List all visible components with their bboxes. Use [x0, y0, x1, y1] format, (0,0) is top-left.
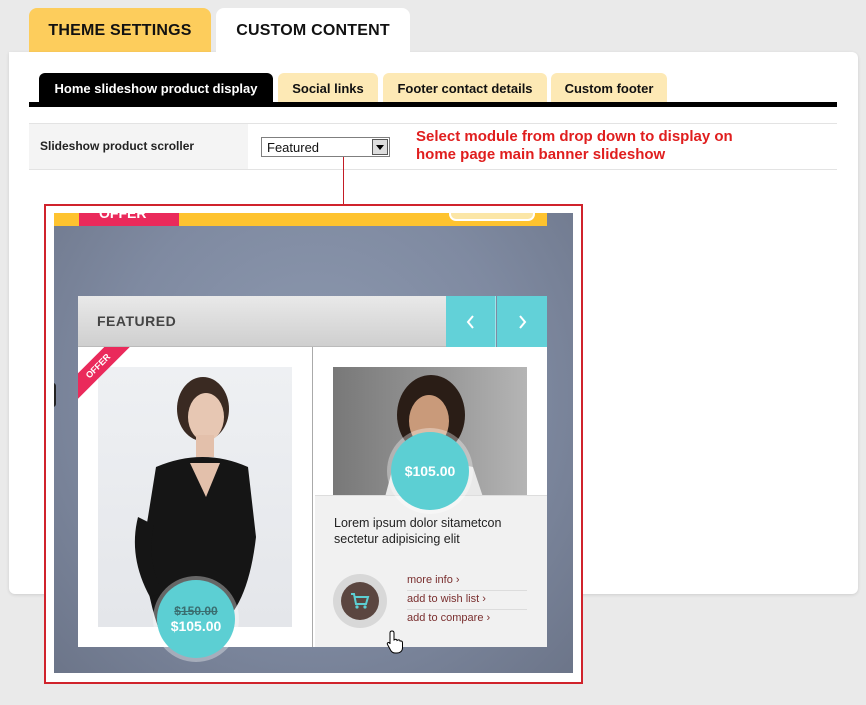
banner-offer-tag: OFFER: [79, 213, 179, 226]
old-price: $150.00: [174, 604, 218, 618]
chevron-right-icon: ›: [455, 574, 460, 586]
price: $105.00: [170, 618, 222, 634]
annotation-text: Select module from drop down to display …: [416, 128, 733, 163]
chevron-down-icon[interactable]: [372, 139, 388, 155]
product-description: Lorem ipsum dolor sitametcon sectetur ad…: [334, 516, 502, 546]
subtab-custom-footer[interactable]: Custom footer: [551, 73, 667, 103]
price: $105.00: [404, 463, 456, 479]
hand-cursor-icon: [386, 630, 404, 659]
add-to-compare-link[interactable]: add to compare ›: [407, 612, 490, 624]
row-divider: [29, 169, 837, 170]
chevron-right-icon: ›: [486, 612, 491, 624]
featured-title: FEATURED: [97, 313, 177, 329]
subtab-social-links[interactable]: Social links: [278, 73, 378, 103]
tab-custom-content[interactable]: CUSTOM CONTENT: [216, 8, 410, 54]
subtab-footer-contact[interactable]: Footer contact details: [383, 73, 547, 103]
link-divider: [407, 590, 527, 591]
subtab-underline: [29, 102, 837, 107]
product-price-badge: $150.00 $105.00: [157, 580, 235, 658]
select-value: Featured: [267, 140, 320, 155]
cart-icon: [341, 582, 379, 620]
subtab-home-slideshow[interactable]: Home slideshow product display: [39, 73, 273, 103]
chevron-right-icon: ›: [482, 593, 486, 605]
product-price-badge: $105.00: [391, 432, 469, 510]
prev-arrow-icon[interactable]: [446, 296, 496, 347]
add-to-wishlist-link[interactable]: add to wish list ›: [407, 593, 486, 605]
setting-label: Slideshow product scroller: [40, 139, 195, 153]
annotation-connector: [343, 157, 344, 205]
slideshow-product-select[interactable]: Featured: [261, 137, 390, 157]
banner-button: [449, 213, 535, 221]
slider-handle: [54, 383, 56, 407]
next-arrow-icon[interactable]: [497, 296, 547, 347]
link-divider: [407, 609, 527, 610]
add-to-cart-button[interactable]: [333, 574, 387, 628]
tab-theme-settings[interactable]: THEME SETTINGS: [29, 8, 211, 54]
more-info-link[interactable]: more info ›: [407, 574, 460, 586]
